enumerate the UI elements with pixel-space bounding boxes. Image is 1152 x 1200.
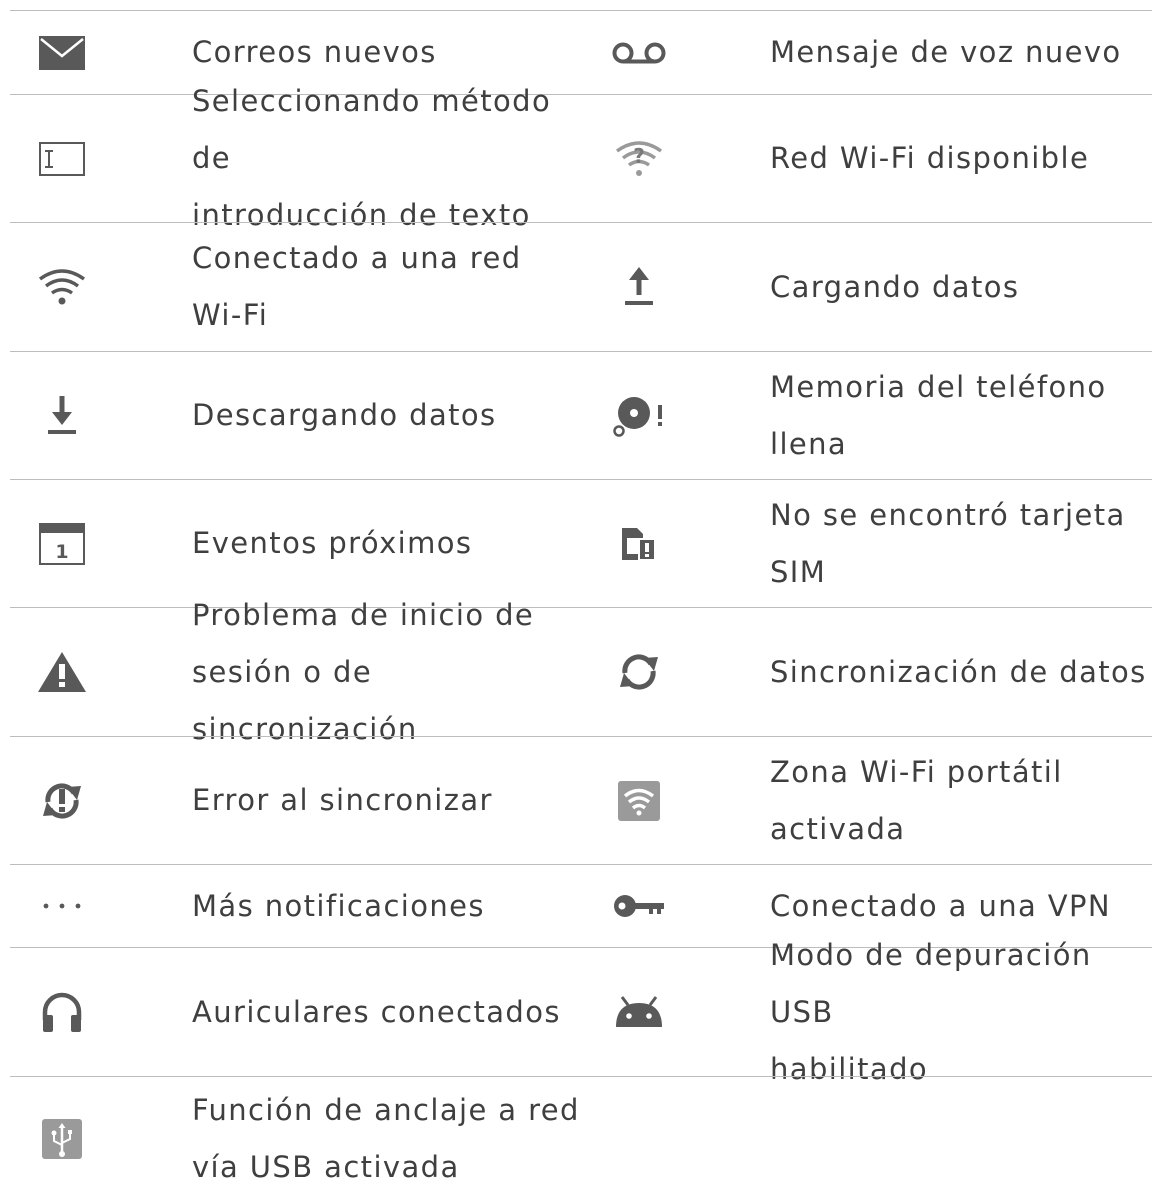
cell-label: Más notificaciones [192,888,485,923]
voicemail-icon [608,11,670,94]
headphones-icon [32,948,92,1076]
cell-label: Error al sincronizar [192,783,493,817]
wifi-connected-icon [32,223,92,351]
cell-label: Eventos próximos [192,526,473,560]
table-row: Función de anclaje a red vía USB activad… [10,1076,1152,1200]
warning-icon [32,608,92,736]
cell-label: Descargando datos [192,398,497,432]
upload-icon [608,223,670,351]
svg-text:?: ? [633,144,645,168]
table-row: Conectado a una red Wi-Fi Cargando datos [10,222,1152,351]
cell-label: Cargando datos [770,269,1020,304]
cell-label: No se encontró tarjeta SIM [770,497,1126,589]
table-row: Error al sincronizar Zona Wi-Fi portátil… [10,736,1152,864]
cell-label: Red Wi-Fi disponible [770,141,1090,175]
table-row: Problema de inicio de sesión o de sincro… [10,598,1152,746]
keyboard-input-icon [32,95,92,222]
cell-label: Sincronización de datos [770,654,1147,689]
storage-full-icon [608,352,670,479]
calendar-icon: 1 [32,480,92,607]
envelope-icon [32,11,92,94]
wifi-available-icon: ? [608,95,670,222]
cell-label: Memoria del teléfono llena [770,369,1107,461]
cell-label: Conectado a una red Wi-Fi [192,241,522,332]
table-row: Seleccionando método de introducción de … [10,84,1152,232]
cell-label: Auriculares conectados [192,994,561,1029]
cell-label: Función de anclaje a red vía USB activad… [192,1092,580,1184]
vpn-key-icon [608,865,670,947]
cell-label: Modo de depuración USB habilitado [770,937,1092,1086]
table-row: Descargando datos Memoria del teléfono l… [10,351,1152,479]
cell-label: Mensaje de voz nuevo [770,35,1122,69]
usb-icon [32,1077,92,1200]
notification-icons-table: Correos nuevos Mensaje de voz nuevo Sele… [10,10,1152,1200]
android-debug-icon [608,948,670,1076]
hotspot-icon [608,737,670,864]
cell-label: Seleccionando método de introducción de … [192,84,552,232]
table-row: Auriculares conectados Modo de depuració… [10,938,1152,1086]
more-icon [32,865,92,947]
cell-label: Problema de inicio de sesión o de sincro… [192,597,535,746]
no-sim-icon [608,480,670,607]
sync-icon [608,608,670,736]
calendar-day-number: 1 [55,541,68,563]
cell-label: Zona Wi-Fi portátil activada [770,754,1063,846]
download-icon [32,352,92,479]
sync-error-icon [32,737,92,864]
